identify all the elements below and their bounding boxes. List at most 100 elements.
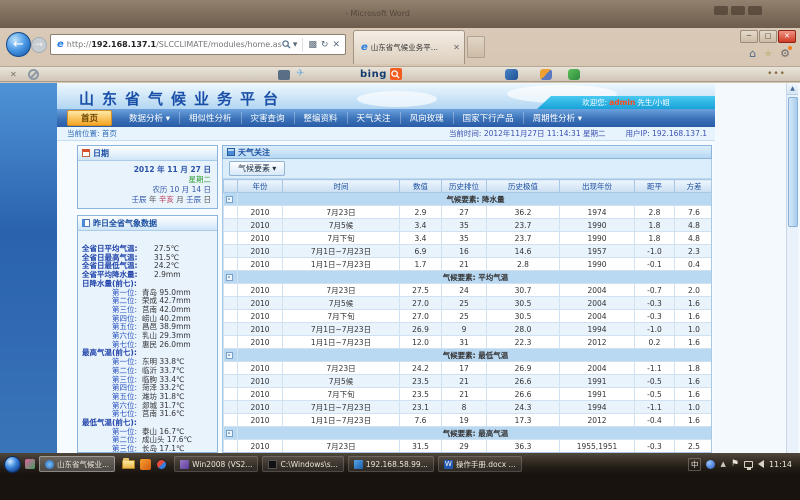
column-header[interactable]: 历史极值 [487, 180, 560, 193]
collapse-icon[interactable]: - [226, 430, 233, 437]
toolbar-addon-icon-2[interactable] [540, 69, 552, 80]
background-window-strip: - Microsoft Word [0, 0, 800, 28]
table-header-row: 年份时间数值历史排位历史极值出现年份距平方差 [224, 180, 713, 193]
collapse-icon[interactable]: - [226, 274, 233, 281]
column-header[interactable]: 年份 [238, 180, 283, 193]
collapse-icon[interactable]: - [226, 196, 233, 203]
yesterday-weather-panel: 昨日全省气象数据 全省日平均气温:27.5℃全省日最高气温:31.5℃全省日最低… [77, 215, 218, 453]
menu-item-9[interactable]: 周期性分析 ▾ [523, 112, 591, 124]
taskbar-window-cmd[interactable]: C:\Windows\s... [262, 456, 343, 472]
vertical-scrollbar[interactable]: ▲ [786, 83, 798, 453]
collapse-icon[interactable]: - [226, 352, 233, 359]
menu-item-7[interactable]: 风向玫瑰 [400, 112, 453, 124]
address-bar[interactable]: e http://192.168.137.1/SLCCLIMATE/module… [50, 34, 346, 55]
scrollbar-thumb[interactable] [788, 97, 798, 227]
gregorian-date: 2012 年 11 月 27 日 [84, 165, 211, 175]
bing-search-icon[interactable] [390, 68, 402, 80]
compatibility-view-icon[interactable]: ▩ [308, 40, 317, 50]
column-header[interactable]: 出现年份 [560, 180, 635, 193]
taskbar-window-ie[interactable]: 山东省气候业... [39, 456, 115, 472]
taskbar: 山东省气候业... Win2008 (VS2... C:\Windows\s... 1… [0, 453, 800, 475]
browser-tab[interactable]: e 山东省气候业务平... ✕ [353, 30, 465, 64]
column-header[interactable]: 时间 [283, 180, 400, 193]
addon-close-icon[interactable]: ✕ [10, 70, 17, 79]
column-header[interactable]: 距平 [635, 180, 675, 193]
menu-item-5[interactable]: 整编资料 [294, 112, 347, 124]
network-icon[interactable] [744, 461, 753, 468]
background-window-title: - Microsoft Word [345, 9, 410, 18]
favorites-star-icon[interactable]: ★ [763, 47, 773, 60]
table-body: -气候要素: 降水量20107月23日2.92736.219742.87.620… [224, 193, 713, 454]
gear-icon[interactable]: ⚙ [780, 47, 790, 60]
welcome-suffix: 先生/小姐 [637, 97, 670, 108]
bing-search-widget[interactable]: bing [360, 68, 402, 80]
date-panel: 日期 2012 年 11 月 27 日 星期二 农历 10 月 14 日 壬辰 … [77, 145, 218, 209]
speaker-icon[interactable] [758, 460, 764, 468]
toolbar-overflow-icon[interactable]: ••• [767, 69, 786, 79]
menu-item-8[interactable]: 国家下行产品 [453, 112, 523, 124]
menu-item-1[interactable]: 首页 [67, 110, 112, 126]
menu-item-6[interactable]: 天气关注 [347, 112, 400, 124]
column-header[interactable]: 历史排位 [442, 180, 487, 193]
search-dropdown-icon[interactable]: ▾ [293, 40, 298, 50]
close-button[interactable]: ✕ [778, 30, 796, 43]
menu-item-2[interactable]: 数据分析 ▾ [120, 112, 179, 124]
new-tab-button[interactable] [467, 36, 485, 58]
current-time: 当前时间: 2012年11月27日 11:14:31 星期二 [449, 128, 606, 139]
screen-letterbox [0, 475, 800, 500]
app-icon [180, 460, 189, 469]
language-indicator[interactable]: 中 [688, 458, 702, 471]
scrollbar-up-icon[interactable]: ▲ [787, 83, 798, 95]
table-row: 20107月1日~7月23日23.1824.31994-1.11.0 [224, 401, 713, 414]
tab-ie-icon: e [361, 42, 368, 53]
refresh-icon[interactable]: ↻ [321, 40, 329, 50]
stop-icon[interactable]: ✕ [332, 40, 340, 50]
forward-button[interactable]: → [31, 37, 47, 53]
remote-icon [354, 460, 363, 469]
action-center-flag-icon[interactable]: ⚑ [731, 459, 739, 469]
expand-column-header [224, 180, 238, 193]
system-tray: 中 ▲ ⚑ 11:14 [688, 458, 796, 471]
quick-launch-icon[interactable] [25, 459, 35, 469]
table-group-row[interactable]: -气候要素: 最低气温 [224, 349, 713, 362]
main-panel: 天气关注 气候要素 ▾ 年份时间数值历史排位历史极值出现年份距平方差 [222, 145, 712, 453]
maximize-button[interactable]: □ [759, 30, 777, 43]
date-panel-header: 日期 [78, 146, 217, 161]
taskbar-window-app[interactable]: Win2008 (VS2... [174, 456, 258, 472]
tab-close-icon[interactable]: ✕ [453, 43, 460, 52]
start-button[interactable] [4, 456, 21, 473]
toolbar-addon-icon-1[interactable] [505, 69, 518, 80]
menu-item-4[interactable]: 灾害查询 [241, 112, 294, 124]
ime-icon[interactable] [706, 460, 715, 469]
minimize-button[interactable]: ─ [740, 30, 758, 43]
taskbar-window-word[interactable]: W操作手册.docx ... [438, 456, 522, 472]
main-panel-header: 天气关注 [222, 145, 712, 159]
table-group-row[interactable]: -气候要素: 平均气温 [224, 271, 713, 284]
table-group-row[interactable]: -气候要素: 降水量 [224, 193, 713, 206]
folder-icon[interactable] [122, 460, 135, 469]
toolbar-addon-icon-3[interactable] [568, 69, 580, 80]
blocked-circle-icon[interactable] [28, 69, 39, 80]
paper-plane-icon[interactable]: ✈ [296, 68, 304, 79]
weekday: 星期二 [84, 175, 211, 185]
column-header[interactable]: 数值 [400, 180, 442, 193]
menu-item-3[interactable]: 相似性分析 [179, 112, 241, 124]
camera-icon[interactable] [278, 70, 290, 80]
background-window-controls [714, 6, 762, 15]
ie-page-icon: e [57, 39, 64, 50]
taskbar-window-remote[interactable]: 192.168.58.99... [348, 456, 434, 472]
taskbar-window-label: Win2008 (VS2... [192, 460, 252, 469]
home-icon[interactable]: ⌂ [749, 47, 756, 60]
lunar-date: 农历 10 月 14 日 [84, 185, 211, 195]
tray-expand-icon[interactable]: ▲ [720, 460, 725, 468]
orange-app-icon[interactable] [140, 459, 151, 470]
search-icon[interactable] [282, 40, 291, 49]
element-filter-button[interactable]: 气候要素 ▾ [229, 161, 285, 176]
table-row: 20107月1日~7月23日26.9928.01994-1.01.0 [224, 323, 713, 336]
browser-app-icon[interactable] [156, 459, 167, 470]
back-button[interactable]: ← [6, 32, 31, 57]
welcome-prefix: 欢迎您: [582, 97, 607, 108]
table-group-row[interactable]: -气候要素: 最高气温 [224, 427, 713, 440]
column-header[interactable]: 方差 [675, 180, 713, 193]
tray-clock[interactable]: 11:14 [769, 460, 796, 469]
